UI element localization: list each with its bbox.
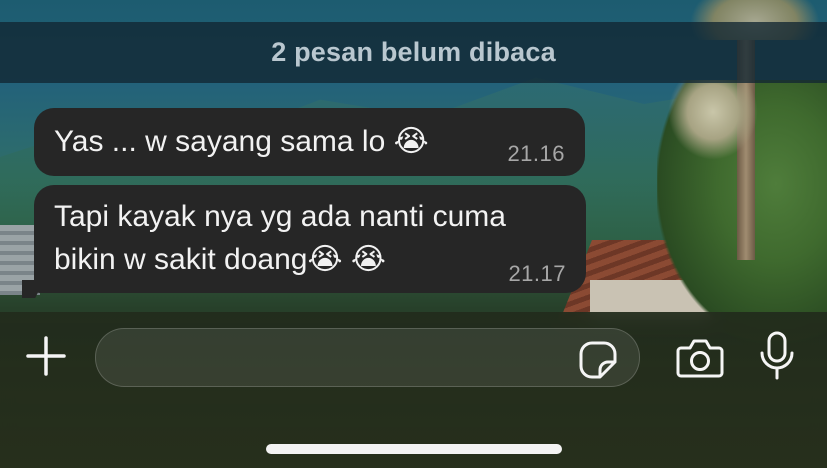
sticker-button[interactable] [578,340,618,380]
message-timestamp: 21.17 [508,261,566,286]
home-indicator[interactable] [266,444,562,454]
unread-messages-label: 2 pesan belum dibaca [271,37,556,67]
wallpaper-palm-frond [668,80,758,160]
attach-button[interactable] [22,332,70,380]
message-bubble[interactable]: Tapi kayak nya yg ada nanti cuma bikin w… [34,185,586,293]
message-bubble[interactable]: Yas ... w sayang sama lo 😭 21.16 [34,108,585,176]
microphone-button[interactable] [757,330,797,382]
unread-messages-banner: 2 pesan belum dibaca [0,22,827,83]
microphone-icon [760,331,794,380]
message-text: Yas ... w sayang sama lo 😭 [54,125,429,158]
sticker-icon [579,341,617,379]
message-input[interactable] [116,339,570,377]
message-text: Tapi kayak nya yg ada nanti cuma bikin w… [54,200,506,276]
camera-button[interactable] [675,336,725,380]
plus-icon [26,336,66,376]
camera-icon [676,339,724,378]
message-input-field[interactable] [95,328,640,387]
message-timestamp: 21.16 [507,141,565,166]
